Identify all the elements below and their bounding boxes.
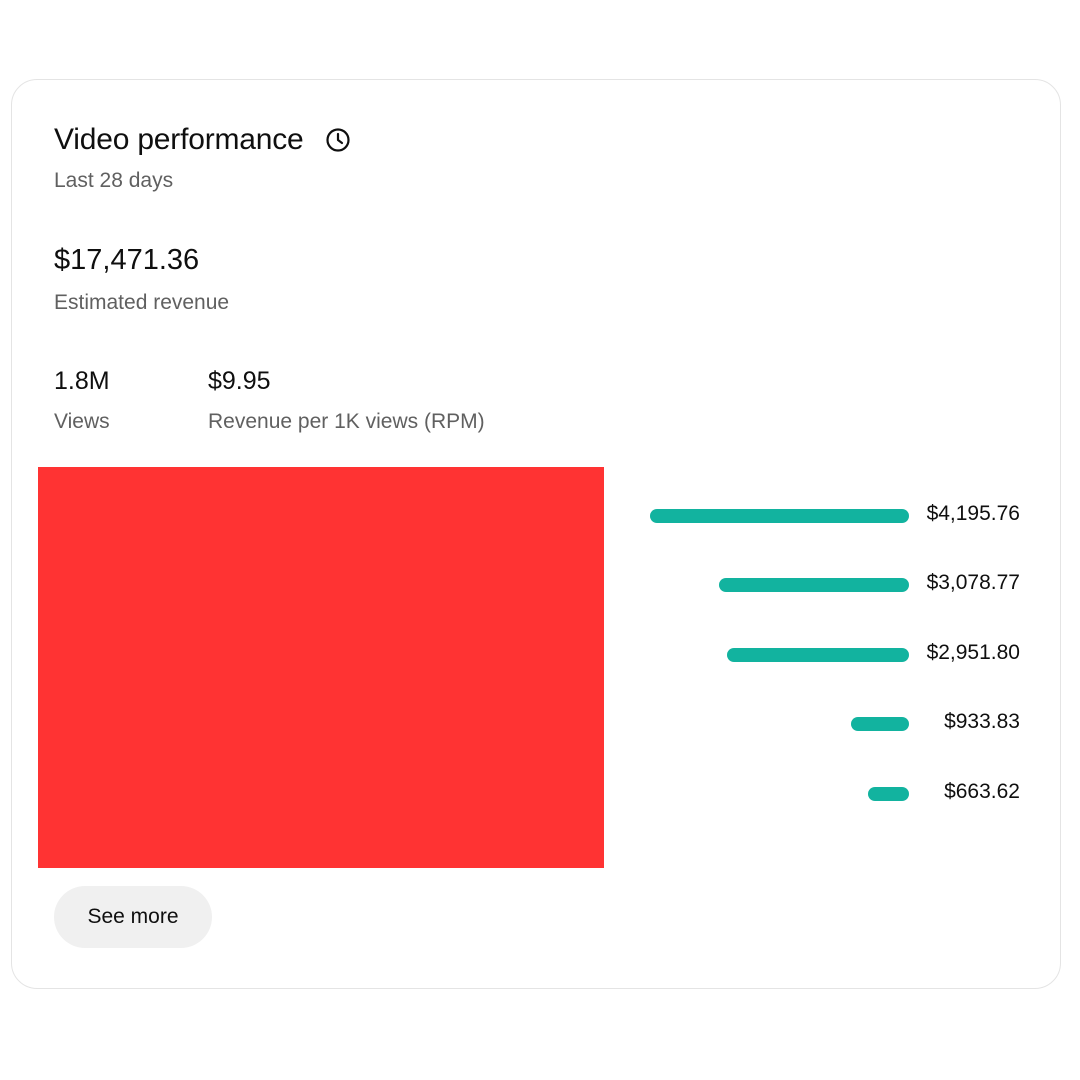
revenue-amount: $3,078.77 — [926, 571, 1020, 594]
date-range-label: Last 28 days — [54, 169, 174, 192]
revenue-amount: $933.83 — [944, 710, 1020, 733]
revenue-bar — [868, 787, 909, 801]
estimated-revenue-value: $17,471.36 — [54, 244, 200, 276]
card-title: Video performance — [54, 123, 304, 156]
revenue-bar — [650, 509, 909, 523]
revenue-amount: $2,951.80 — [926, 641, 1020, 664]
revenue-bar — [851, 717, 909, 731]
top-content-row[interactable]: $663.62 — [622, 780, 1052, 804]
rpm-label: Revenue per 1K views (RPM) — [208, 410, 485, 433]
clock-icon[interactable] — [324, 126, 352, 154]
top-content-row[interactable]: $3,078.77 — [622, 571, 1052, 595]
revenue-amount: $4,195.76 — [926, 502, 1020, 525]
video-performance-card: Video performance Last 28 days $17,471.3… — [11, 79, 1061, 989]
top-content-bars: $4,195.76 $3,078.77 $2,951.80 $933.83 $6… — [622, 500, 1052, 820]
revenue-amount: $663.62 — [944, 780, 1020, 803]
see-more-button[interactable]: See more — [54, 886, 212, 948]
redacted-thumbnails — [38, 467, 604, 868]
revenue-bar — [718, 578, 909, 592]
views-label: Views — [54, 410, 110, 433]
rpm-value: $9.95 — [208, 367, 271, 395]
top-content-row[interactable]: $2,951.80 — [622, 641, 1052, 665]
top-content-row[interactable]: $4,195.76 — [622, 502, 1052, 526]
top-content-row[interactable]: $933.83 — [622, 710, 1052, 734]
card-header: Video performance — [54, 120, 352, 160]
views-value: 1.8M — [54, 367, 110, 395]
revenue-bar — [726, 648, 909, 662]
estimated-revenue-label: Estimated revenue — [54, 291, 230, 314]
